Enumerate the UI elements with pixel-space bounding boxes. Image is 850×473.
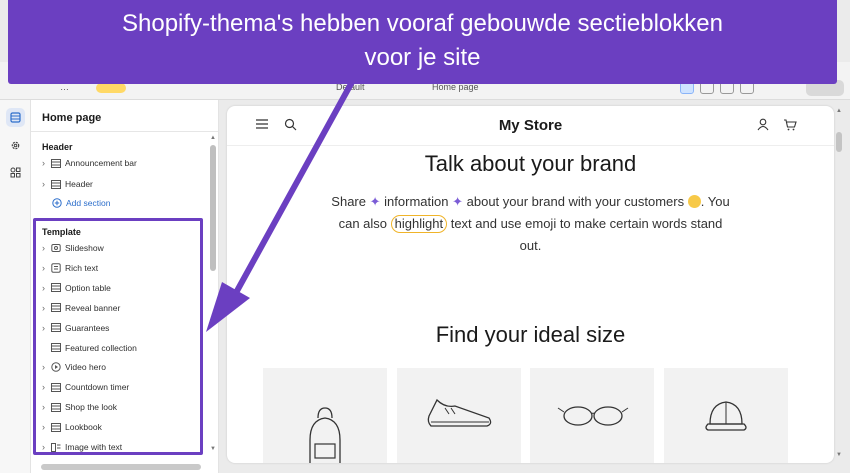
caption-text: Shopify-thema's hebben vooraf gebouwde s… xyxy=(8,7,837,75)
caption-line: Shopify-thema's hebben vooraf gebouwde s… xyxy=(122,10,723,37)
caption-line: voor je site xyxy=(364,44,481,71)
caption-banner: Shopify-thema's hebben vooraf gebouwde s… xyxy=(8,0,837,84)
screenshot-root: … Default Home page Home page Header › A… xyxy=(0,0,850,473)
